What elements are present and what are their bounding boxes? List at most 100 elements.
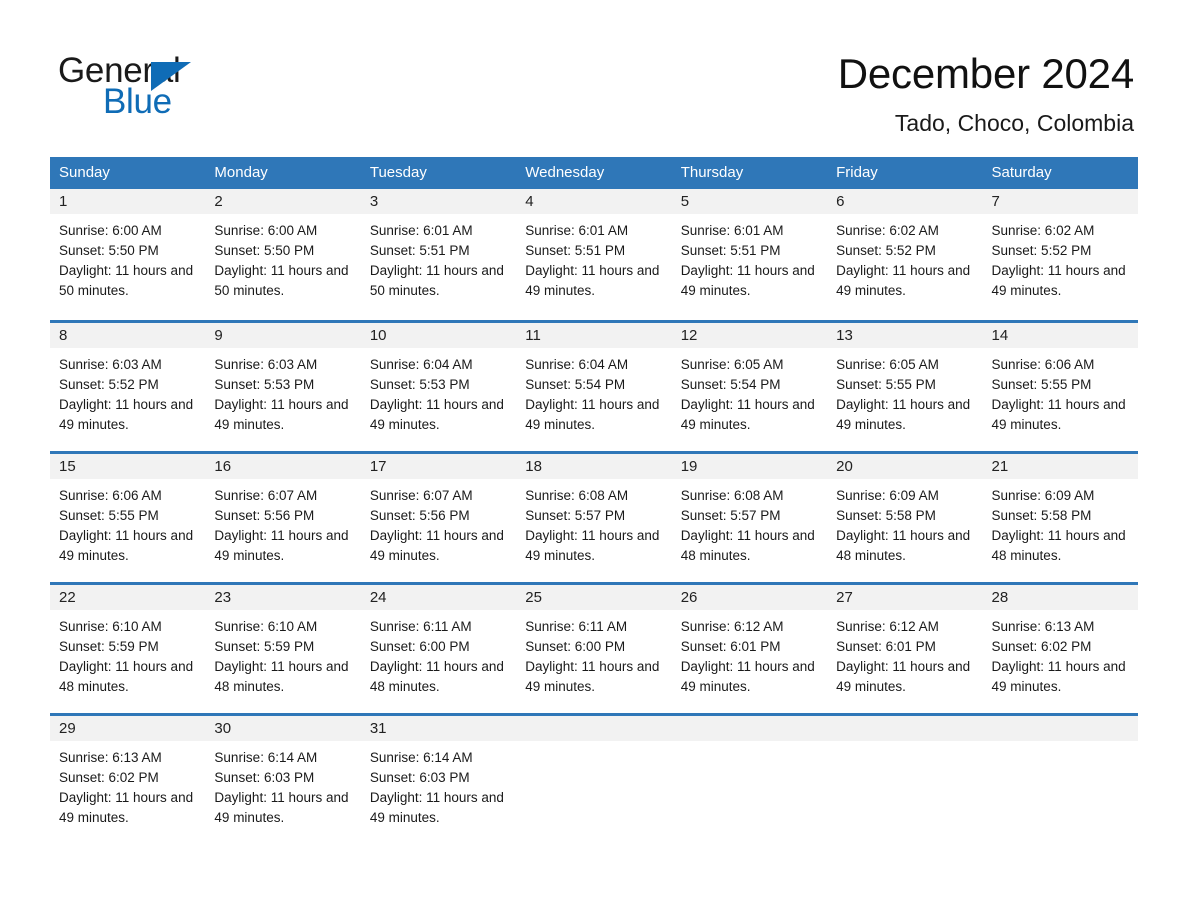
day-cell[interactable]: 21 Sunrise: 6:09 AM Sunset: 5:58 PM Dayligh…: [982, 454, 1138, 582]
day-number-bar: 30: [205, 716, 361, 741]
day-info: Sunrise: 6:01 AM Sunset: 5:51 PM Daylight:…: [361, 214, 516, 301]
day-number: 4: [525, 193, 534, 210]
daylight-text: Daylight: 11 hours and 48 minutes.: [59, 659, 194, 694]
sunset-text: Sunset: 5:58 PM: [836, 508, 936, 523]
day-number-bar: 20: [827, 454, 983, 479]
day-number-bar: 5: [671, 189, 828, 214]
sunset-text: Sunset: 5:51 PM: [525, 243, 626, 258]
day-info: Sunrise: 6:11 AM Sunset: 6:00 PM Daylight:…: [361, 610, 516, 697]
day-cell[interactable]: 27 Sunrise: 6:12 AM Sunset: 6:01 PM Dayligh…: [827, 585, 983, 713]
day-cell[interactable]: 4 Sunrise: 6:01 AM Sunset: 5:51 PM Daylight…: [516, 189, 672, 320]
day-cell[interactable]: 2 Sunrise: 6:00 AM Sunset: 5:50 PM Daylight…: [205, 189, 361, 320]
day-number-bar: 2: [205, 189, 361, 214]
day-number: 8: [59, 327, 68, 344]
day-number-bar: [671, 716, 828, 741]
day-info: Sunrise: 6:04 AM Sunset: 5:54 PM Daylight:…: [516, 348, 671, 435]
sunrise-text: Sunrise: 6:00 AM: [214, 223, 318, 238]
sunset-text: Sunset: 5:53 PM: [214, 377, 315, 392]
day-number: 29: [59, 720, 76, 737]
sunrise-text: Sunrise: 6:11 AM: [369, 619, 472, 634]
day-cell[interactable]: 1 Sunrise: 6:00 AM Sunset: 5:50 PM Daylight…: [50, 189, 206, 320]
day-info: Sunrise: 6:12 AM Sunset: 6:01 PM Daylight:…: [827, 610, 982, 697]
weekday-header-friday: Friday: [836, 164, 878, 181]
sunset-text: Sunset: 5:59 PM: [214, 639, 315, 654]
sunset-text: Sunset: 5:55 PM: [991, 377, 1092, 392]
day-number-bar: 23: [205, 585, 361, 610]
calendar-grid: Sunday Monday Tuesday Wednesday Thursday…: [50, 157, 1138, 845]
day-cell[interactable]: 22 Sunrise: 6:10 AM Sunset: 5:59 PM Dayligh…: [50, 585, 206, 713]
sunset-text: Sunset: 5:51 PM: [680, 243, 781, 258]
day-number: 12: [680, 327, 698, 344]
day-number-bar: 15: [50, 454, 206, 479]
day-cell[interactable]: 14 Sunrise: 6:06 AM Sunset: 5:55 PM Dayligh…: [982, 323, 1138, 451]
daylight-text: Daylight: 11 hours and 49 minutes.: [214, 790, 349, 825]
day-cell[interactable]: 17 Sunrise: 6:07 AM Sunset: 5:56 PM Dayligh…: [360, 454, 517, 582]
daylight-text: Daylight: 11 hours and 49 minutes.: [59, 528, 194, 563]
day-cell[interactable]: 9 Sunrise: 6:03 AM Sunset: 5:53 PM Daylight…: [205, 323, 361, 451]
weekday-header-monday: Monday: [214, 164, 268, 181]
day-cell-empty: [982, 716, 1138, 845]
sunrise-text: Sunrise: 6:13 AM: [59, 750, 162, 765]
daylight-text: Daylight: 11 hours and 49 minutes.: [525, 528, 660, 563]
day-number-bar: 27: [827, 585, 983, 610]
day-info: Sunrise: 6:08 AM Sunset: 5:57 PM Daylight:…: [672, 479, 827, 566]
sunrise-text: Sunrise: 6:06 AM: [59, 488, 162, 503]
day-cell[interactable]: 5 Sunrise: 6:01 AM Sunset: 5:51 PM Daylight…: [671, 189, 828, 320]
day-info: Sunrise: 6:09 AM Sunset: 5:58 PM Daylight:…: [983, 479, 1138, 566]
day-cell[interactable]: 16 Sunrise: 6:07 AM Sunset: 5:56 PM Dayligh…: [205, 454, 361, 582]
day-cell[interactable]: 12 Sunrise: 6:05 AM Sunset: 5:54 PM Dayligh…: [671, 323, 828, 451]
day-info: Sunrise: 6:02 AM Sunset: 5:52 PM Daylight:…: [827, 214, 982, 301]
day-number: 28: [991, 589, 1009, 606]
day-number-bar: 26: [671, 585, 828, 610]
day-cell[interactable]: 24 Sunrise: 6:11 AM Sunset: 6:00 PM Dayligh…: [360, 585, 517, 713]
day-cell[interactable]: 8 Sunrise: 6:03 AM Sunset: 5:52 PM Daylight…: [50, 323, 206, 451]
day-cell[interactable]: 20 Sunrise: 6:09 AM Sunset: 5:58 PM Dayligh…: [827, 454, 983, 582]
day-number: 11: [525, 327, 541, 344]
day-cell[interactable]: 11 Sunrise: 6:04 AM Sunset: 5:54 PM Dayligh…: [516, 323, 672, 451]
sunrise-text: Sunrise: 6:10 AM: [214, 619, 318, 634]
day-number: 31: [369, 720, 387, 737]
day-cell[interactable]: 18 Sunrise: 6:08 AM Sunset: 5:57 PM Dayligh…: [516, 454, 672, 582]
day-info: Sunrise: 6:00 AM Sunset: 5:50 PM Daylight:…: [50, 214, 205, 301]
day-cell[interactable]: 25 Sunrise: 6:11 AM Sunset: 6:00 PM Dayligh…: [516, 585, 672, 713]
daylight-text: Daylight: 11 hours and 50 minutes.: [59, 263, 194, 298]
day-cell[interactable]: 19 Sunrise: 6:08 AM Sunset: 5:57 PM Dayligh…: [671, 454, 828, 582]
day-info: Sunrise: 6:12 AM Sunset: 6:01 PM Daylight:…: [672, 610, 827, 697]
weekday-header-tuesday: Tuesday: [369, 164, 427, 181]
day-number: 1: [59, 193, 68, 210]
day-number: 26: [680, 589, 698, 606]
sunrise-text: Sunrise: 6:10 AM: [59, 619, 162, 634]
day-cell[interactable]: 31 Sunrise: 6:14 AM Sunset: 6:03 PM Dayligh…: [360, 716, 517, 845]
sunset-text: Sunset: 5:55 PM: [836, 377, 936, 392]
sunrise-text: Sunrise: 6:07 AM: [369, 488, 473, 503]
day-cell[interactable]: 3 Sunrise: 6:01 AM Sunset: 5:51 PM Daylight…: [360, 189, 517, 320]
day-number: 24: [369, 589, 387, 606]
sunset-text: Sunset: 5:57 PM: [525, 508, 626, 523]
day-info: Sunrise: 6:02 AM Sunset: 5:52 PM Daylight:…: [983, 214, 1138, 301]
day-number-bar: 1: [50, 189, 206, 214]
day-number-bar: 31: [360, 716, 517, 741]
day-info: Sunrise: 6:05 AM Sunset: 5:54 PM Daylight:…: [672, 348, 827, 435]
day-cell[interactable]: 13 Sunrise: 6:05 AM Sunset: 5:55 PM Dayligh…: [827, 323, 983, 451]
sunrise-text: Sunrise: 6:14 AM: [214, 750, 318, 765]
day-cell[interactable]: 7 Sunrise: 6:02 AM Sunset: 5:52 PM Daylight…: [982, 189, 1138, 320]
daylight-text: Daylight: 11 hours and 49 minutes.: [369, 790, 504, 825]
daylight-text: Daylight: 11 hours and 49 minutes.: [836, 397, 971, 432]
daylight-text: Daylight: 11 hours and 49 minutes.: [525, 263, 660, 298]
day-cell[interactable]: 29 Sunrise: 6:13 AM Sunset: 6:02 PM Dayligh…: [50, 716, 206, 845]
general-blue-logo[interactable]: General Blue: [58, 52, 318, 124]
day-cell[interactable]: 10 Sunrise: 6:04 AM Sunset: 5:53 PM Dayligh…: [360, 323, 517, 451]
day-info: Sunrise: 6:09 AM Sunset: 5:58 PM Daylight:…: [827, 479, 982, 566]
daylight-text: Daylight: 11 hours and 48 minutes.: [214, 659, 349, 694]
daylight-text: Daylight: 11 hours and 48 minutes.: [836, 528, 971, 563]
day-number-bar: 10: [360, 323, 517, 348]
day-cell[interactable]: 28 Sunrise: 6:13 AM Sunset: 6:02 PM Dayligh…: [982, 585, 1138, 713]
day-info: Sunrise: 6:13 AM Sunset: 6:02 PM Daylight:…: [983, 610, 1138, 697]
day-number-bar: 9: [205, 323, 361, 348]
sunset-text: Sunset: 6:02 PM: [991, 639, 1092, 654]
day-cell[interactable]: 23 Sunrise: 6:10 AM Sunset: 5:59 PM Dayligh…: [205, 585, 361, 713]
day-cell[interactable]: 6 Sunrise: 6:02 AM Sunset: 5:52 PM Daylight…: [827, 189, 983, 320]
day-cell[interactable]: 15 Sunrise: 6:06 AM Sunset: 5:55 PM Dayligh…: [50, 454, 206, 582]
day-cell[interactable]: 26 Sunrise: 6:12 AM Sunset: 6:01 PM Dayligh…: [671, 585, 828, 713]
day-cell[interactable]: 30 Sunrise: 6:14 AM Sunset: 6:03 PM Dayligh…: [205, 716, 361, 845]
